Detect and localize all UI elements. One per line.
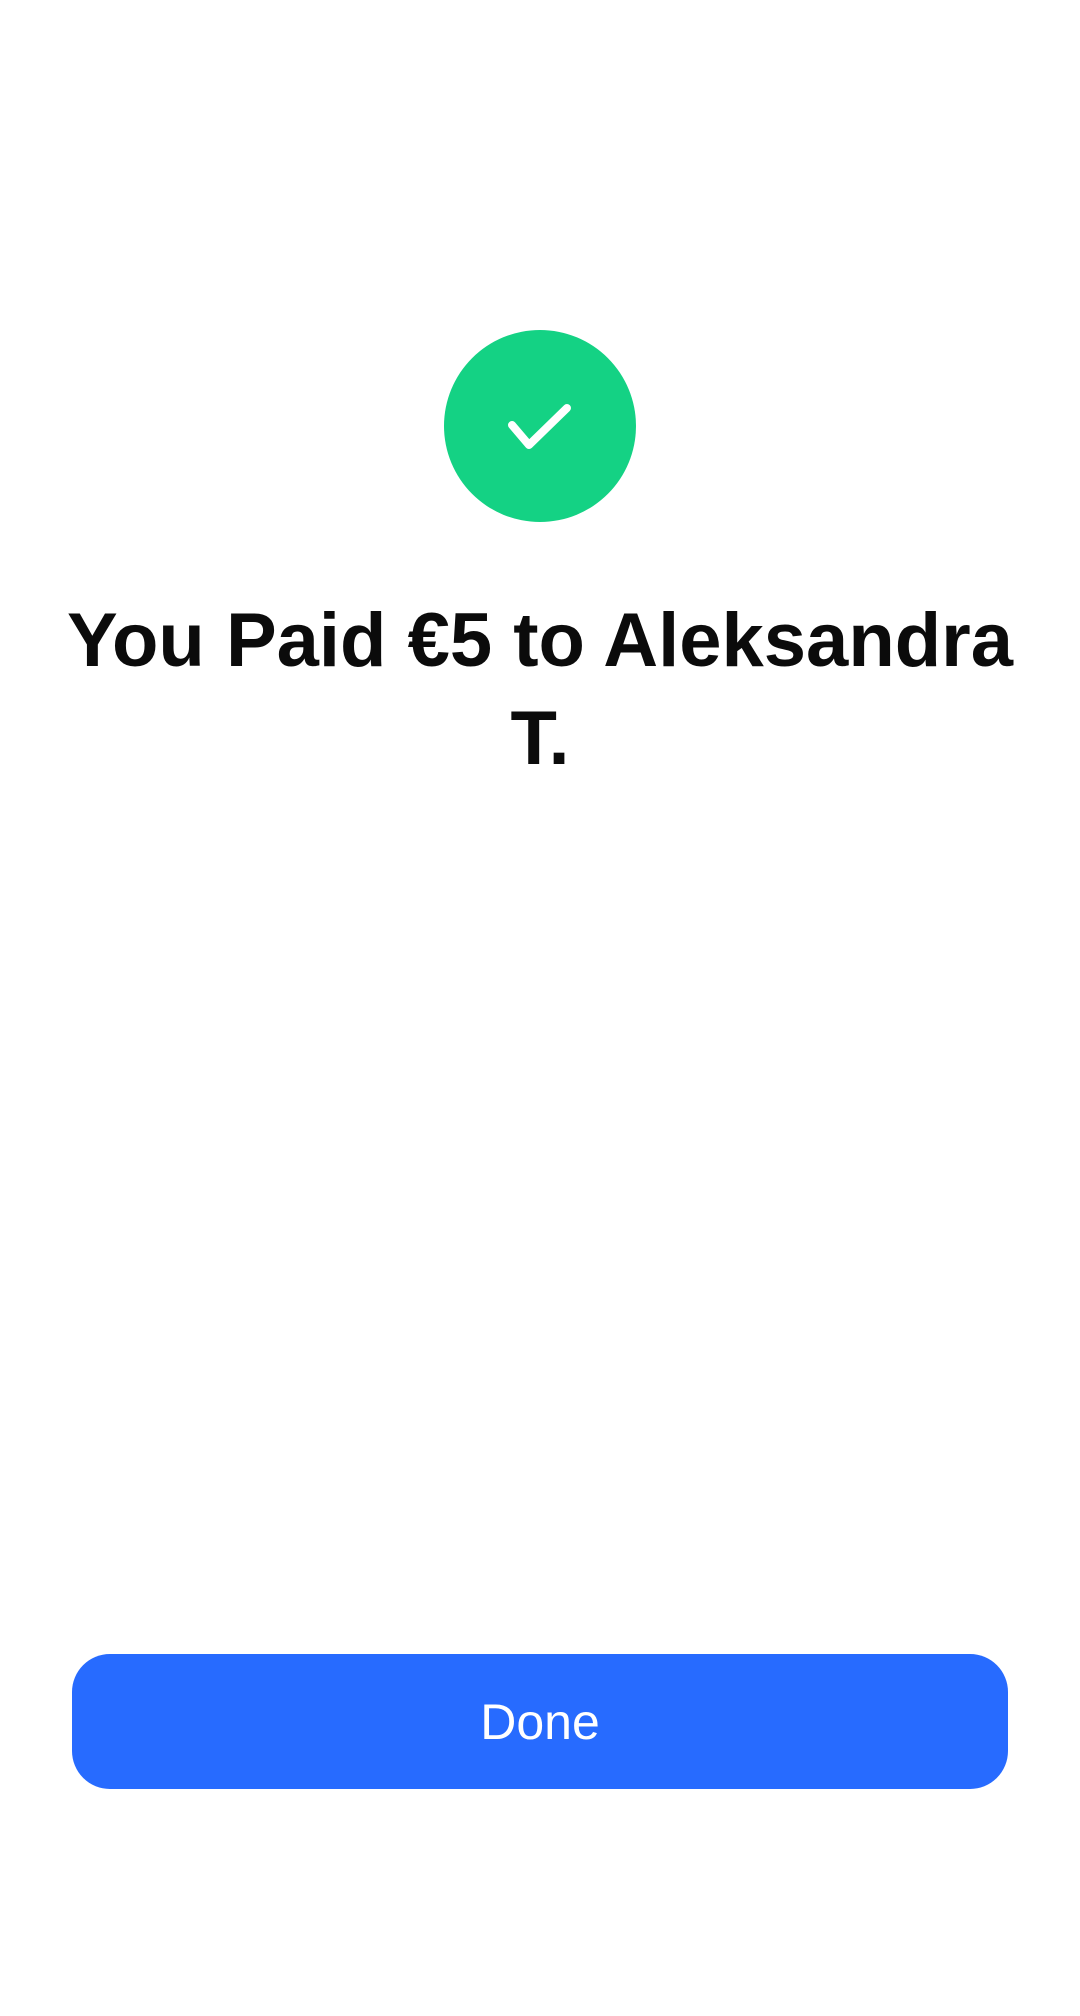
- checkmark-icon: [508, 404, 571, 449]
- success-badge: [444, 330, 636, 522]
- payment-success-screen: You Paid €5 to Aleksandra T. Done: [0, 0, 1080, 2016]
- payment-title: You Paid €5 to Aleksandra T.: [66, 598, 1014, 781]
- done-button[interactable]: Done: [72, 1654, 1008, 1789]
